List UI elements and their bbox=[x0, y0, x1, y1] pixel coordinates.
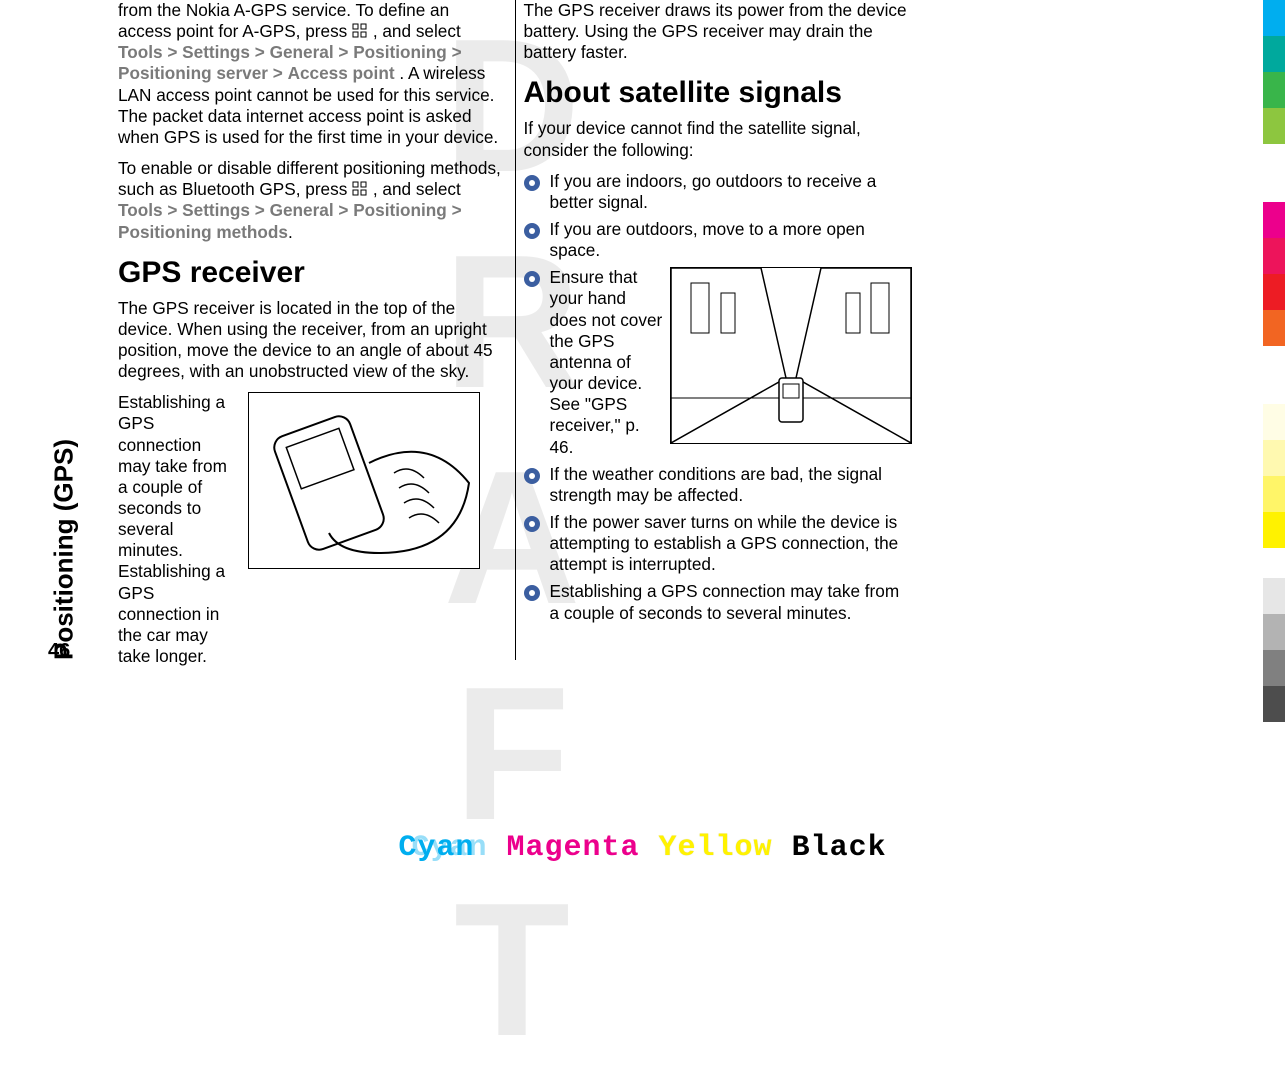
breadcrumb-sep: > bbox=[452, 200, 462, 220]
menu-path-general: General bbox=[270, 200, 334, 220]
paragraph: The GPS receiver draws its power from th… bbox=[524, 0, 913, 63]
heading-gps-receiver: GPS receiver bbox=[118, 255, 507, 292]
breadcrumb-sep: > bbox=[452, 42, 462, 62]
colorbar-magenta bbox=[1263, 202, 1285, 238]
list-item: Ensure that your hand does not cover the… bbox=[524, 267, 913, 457]
bullet-icon bbox=[524, 223, 540, 239]
bullet-icon bbox=[524, 468, 540, 484]
colorbar-gap bbox=[1263, 346, 1285, 404]
heading-about-satellite-signals: About satellite signals bbox=[524, 75, 913, 112]
illustration-phone-in-hand bbox=[248, 392, 480, 569]
menu-path-positioning: Positioning bbox=[353, 42, 447, 62]
breadcrumb-sep: > bbox=[255, 42, 265, 62]
menu-path-positioning: Positioning bbox=[353, 200, 447, 220]
list-item-text: If you are outdoors, move to a more open… bbox=[550, 219, 913, 261]
breadcrumb-sep: > bbox=[338, 42, 348, 62]
breadcrumb-sep: > bbox=[273, 63, 283, 83]
printer-registration-footer: Cyan Cyan Magenta Yellow Black bbox=[0, 831, 1285, 865]
list-item: If the weather conditions are bad, the s… bbox=[524, 464, 913, 506]
menu-path-general: General bbox=[270, 42, 334, 62]
colorbar-lightyellow bbox=[1263, 440, 1285, 476]
text-columns: from the Nokia A-GPS service. To define … bbox=[110, 0, 920, 660]
colorbar-yellow2 bbox=[1263, 476, 1285, 512]
colorbar-grey30 bbox=[1263, 614, 1285, 650]
menu-path-positioning-server: Positioning server bbox=[118, 63, 268, 83]
bullet-icon bbox=[524, 516, 540, 532]
footer-cyan-label-shadow: Cyan bbox=[411, 831, 487, 865]
breadcrumb-sep: > bbox=[167, 200, 177, 220]
text: , and select bbox=[373, 21, 461, 41]
colorbar-orange bbox=[1263, 310, 1285, 346]
colorbar-green bbox=[1263, 72, 1285, 108]
colorbar-red bbox=[1263, 274, 1285, 310]
colorbar-teal bbox=[1263, 36, 1285, 72]
list-item-text: If the weather conditions are bad, the s… bbox=[550, 464, 913, 506]
colorbar-grey50 bbox=[1263, 650, 1285, 686]
list-item-with-illustration: Ensure that your hand does not cover the… bbox=[550, 267, 913, 457]
footer-yellow-label: Yellow bbox=[659, 831, 773, 865]
footer-magenta-label: Magenta bbox=[506, 831, 639, 865]
colorbar-yellow bbox=[1263, 512, 1285, 548]
paragraph: from the Nokia A-GPS service. To define … bbox=[118, 0, 507, 148]
menu-path-settings: Settings bbox=[182, 42, 250, 62]
printer-color-bars bbox=[1263, 0, 1285, 722]
colorbar-paleyellow bbox=[1263, 404, 1285, 440]
colorbar-lime bbox=[1263, 108, 1285, 144]
list-item: Establishing a GPS connection may take f… bbox=[524, 581, 913, 623]
menu-path-access-point: Access point bbox=[288, 63, 395, 83]
menu-key-icon bbox=[352, 181, 368, 197]
list-item-text: If the power saver turns on while the de… bbox=[550, 512, 913, 575]
list-item-text: Establishing a GPS connection may take f… bbox=[550, 581, 913, 623]
list-item-text: If you are indoors, go outdoors to recei… bbox=[550, 171, 913, 213]
menu-path-tools: Tools bbox=[118, 42, 163, 62]
menu-path-settings: Settings bbox=[182, 200, 250, 220]
footer-black-label: Black bbox=[792, 831, 887, 865]
colorbar-pink bbox=[1263, 238, 1285, 274]
colorbar-cyan bbox=[1263, 0, 1285, 36]
list-item: If the power saver turns on while the de… bbox=[524, 512, 913, 575]
menu-path-tools: Tools bbox=[118, 200, 163, 220]
right-column: The GPS receiver draws its power from th… bbox=[516, 0, 921, 660]
bullet-icon bbox=[524, 271, 540, 287]
left-column: from the Nokia A-GPS service. To define … bbox=[110, 0, 516, 660]
colorbar-grey10 bbox=[1263, 578, 1285, 614]
paragraph-with-illustration: Establishing a GPS connection may take f… bbox=[118, 392, 507, 667]
paragraph: If your device cannot find the satellite… bbox=[524, 118, 913, 160]
list-item: If you are outdoors, move to a more open… bbox=[524, 219, 913, 261]
bullet-icon bbox=[524, 585, 540, 601]
colorbar-grey70 bbox=[1263, 686, 1285, 722]
list-item: If you are indoors, go outdoors to recei… bbox=[524, 171, 913, 213]
illustration-street-phone bbox=[670, 267, 912, 444]
breadcrumb-sep: > bbox=[338, 200, 348, 220]
menu-path-positioning-methods: Positioning methods bbox=[118, 222, 288, 242]
colorbar-gap bbox=[1263, 144, 1285, 202]
text: Establishing a GPS connection may take f… bbox=[118, 392, 238, 667]
list-item-text: Ensure that your hand does not cover the… bbox=[550, 267, 663, 456]
bullet-icon bbox=[524, 175, 540, 191]
page-number: 46 bbox=[48, 640, 70, 663]
breadcrumb-sep: > bbox=[255, 200, 265, 220]
menu-key-icon bbox=[352, 23, 368, 39]
chapter-title-vertical: Positioning (GPS) bbox=[44, 0, 84, 664]
page-area: DRAFT Positioning (GPS) 46 from the Noki… bbox=[0, 0, 1130, 720]
colorbar-gap bbox=[1263, 548, 1285, 578]
paragraph: To enable or disable different positioni… bbox=[118, 158, 507, 243]
paragraph: The GPS receiver is located in the top o… bbox=[118, 298, 507, 383]
text: , and select bbox=[373, 179, 461, 199]
breadcrumb-sep: > bbox=[167, 42, 177, 62]
